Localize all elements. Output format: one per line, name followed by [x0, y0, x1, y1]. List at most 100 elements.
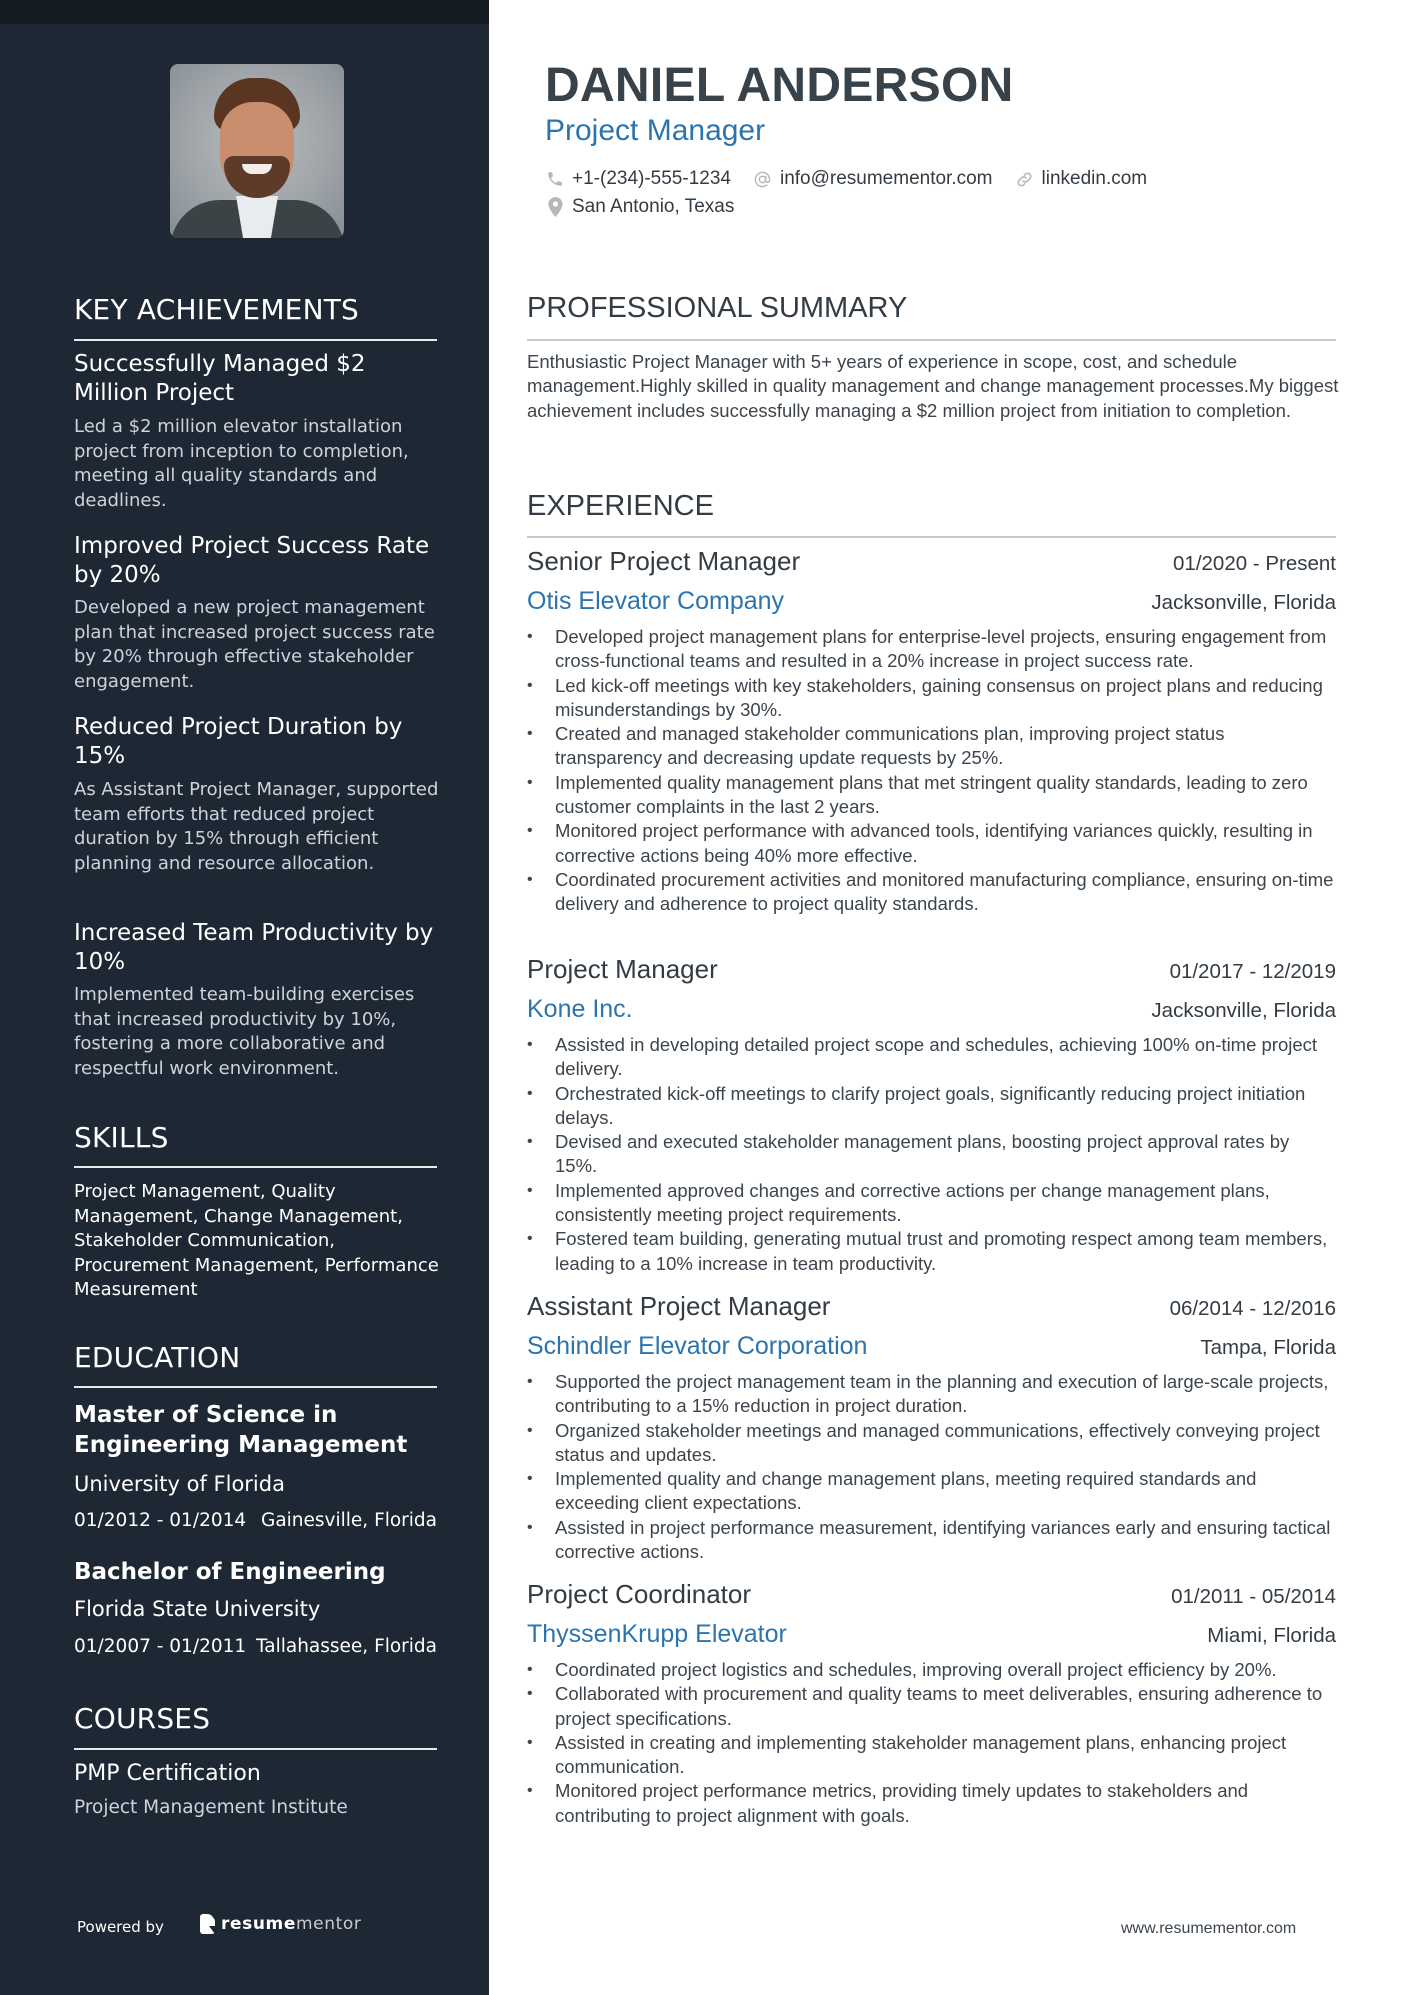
photo-shirt [236, 196, 278, 238]
course-name: PMP Certification [74, 1761, 261, 1786]
summary-heading: PROFESSIONAL SUMMARY [527, 292, 908, 324]
job-location: Jacksonville, Florida [1151, 999, 1336, 1022]
job-company: ThyssenKrupp Elevator [527, 1620, 787, 1648]
job-bullet: Monitored project performance metrics, p… [527, 1779, 1336, 1828]
job-bullets: Developed project management plans for e… [527, 625, 1336, 917]
education-location: Tallahassee, Florida [256, 1636, 437, 1657]
achievement-title: Reduced Project Duration by 15% [74, 714, 403, 769]
sidebar: KEY ACHIEVEMENTS Successfully Managed $2… [0, 0, 489, 1995]
job-dates: 01/2017 - 12/2019 [1169, 960, 1336, 983]
job-subheader: Otis Elevator Company Jacksonville, Flor… [527, 587, 1336, 616]
location-text: San Antonio, Texas [572, 196, 735, 217]
phone-icon [545, 169, 565, 189]
education-divider [74, 1386, 437, 1388]
achievement-desc: Implemented team-building exercises that… [74, 984, 415, 1079]
skills-divider [74, 1166, 437, 1168]
contact-email[interactable]: info@resumementor.com [753, 168, 993, 190]
skills-heading: SKILLS [74, 1121, 169, 1154]
job-bullet: Developed project management plans for e… [527, 625, 1336, 674]
job-bullet: Organized stakeholder meetings and manag… [527, 1419, 1336, 1468]
candidate-name: DANIEL ANDERSON [545, 59, 1014, 112]
education-degree: Bachelor of Engineering [74, 1559, 386, 1585]
job-bullet: Assisted in creating and implementing st… [527, 1731, 1336, 1780]
courses-heading: COURSES [74, 1702, 211, 1735]
job-bullet: Orchestrated kick-off meetings to clarif… [527, 1082, 1336, 1131]
contact-location: San Antonio, Texas [545, 196, 734, 218]
education-heading: EDUCATION [74, 1341, 241, 1374]
achievement-desc: As Assistant Project Manager, supported … [74, 779, 439, 874]
job-bullet: Created and managed stakeholder communic… [527, 722, 1336, 771]
job-dates: 06/2014 - 12/2016 [1169, 1297, 1336, 1320]
email-text: info@resumementor.com [779, 168, 993, 189]
phone-text: +1-(234)-555-1234 [572, 168, 731, 189]
job-subheader: Kone Inc. Jacksonville, Florida [527, 995, 1336, 1024]
at-sign-icon [753, 169, 773, 189]
course-org: Project Management Institute [74, 1797, 348, 1818]
job-bullet: Devised and executed stakeholder managem… [527, 1130, 1336, 1179]
footer-website-link[interactable]: www.resumementor.com [1121, 1920, 1296, 1938]
job-bullets: Supported the project management team in… [527, 1370, 1336, 1564]
job-bullets: Coordinated project logistics and schedu… [527, 1658, 1336, 1828]
job-company: Otis Elevator Company [527, 587, 785, 615]
job-bullet: Implemented approved changes and correct… [527, 1179, 1336, 1228]
contact-linkedin[interactable]: linkedin.com [1015, 168, 1148, 190]
job-role: Assistant Project Manager [527, 1291, 831, 1321]
job-company: Schindler Elevator Corporation [527, 1332, 868, 1360]
job-bullet: Monitored project performance with advan… [527, 819, 1336, 868]
job-bullet: Fostered team building, generating mutua… [527, 1227, 1336, 1276]
achievement-desc: Led a $2 million elevator installation p… [74, 416, 409, 511]
candidate-title: Project Manager [545, 114, 766, 147]
achievement-title: Increased Team Productivity by 10% [74, 920, 434, 975]
skills-list: Project Management, Quality Management, … [74, 1181, 439, 1300]
job-bullet: Coordinated project logistics and schedu… [527, 1658, 1336, 1683]
brand-name-bold: resume [221, 1914, 296, 1934]
job-role: Project Coordinator [527, 1579, 751, 1609]
job-role: Project Manager [527, 954, 718, 984]
education-school: University of Florida [74, 1472, 285, 1496]
education-dates: 01/2007 - 01/2011 [74, 1636, 247, 1657]
education-school: Florida State University [74, 1597, 321, 1621]
job-bullet: Assisted in developing detailed project … [527, 1033, 1336, 1082]
education-meta: 01/2007 - 01/2011 Tallahassee, Florida [74, 1636, 437, 1657]
experience-heading: EXPERIENCE [527, 490, 714, 522]
job-header: Senior Project Manager 01/2020 - Present [527, 546, 1336, 577]
resumementor-logo-icon [200, 1914, 215, 1934]
achievement-title: Successfully Managed $2 Million Project [74, 351, 366, 406]
job-dates: 01/2011 - 05/2014 [1171, 1585, 1336, 1608]
contact-row: +1-(234)-555-1234 info@resumementor.com … [545, 168, 1147, 190]
job-header: Project Manager 01/2017 - 12/2019 [527, 954, 1336, 985]
contact-phone[interactable]: +1-(234)-555-1234 [545, 168, 731, 190]
education-degree: Master of Science in Engineering Managem… [74, 1402, 408, 1458]
summary-divider [527, 339, 1336, 341]
linkedin-text: linkedin.com [1041, 168, 1148, 189]
job-location: Jacksonville, Florida [1151, 591, 1336, 614]
job-bullet: Led kick-off meetings with key stakehold… [527, 674, 1336, 723]
job-header: Assistant Project Manager 06/2014 - 12/2… [527, 1291, 1336, 1322]
courses-divider [74, 1748, 437, 1750]
powered-by-label: Powered by [77, 1918, 164, 1936]
job-bullet: Collaborated with procurement and qualit… [527, 1682, 1336, 1731]
achievements-heading: KEY ACHIEVEMENTS [74, 293, 359, 326]
job-location: Tampa, Florida [1200, 1336, 1336, 1359]
job-header: Project Coordinator 01/2011 - 05/2014 [527, 1579, 1336, 1610]
job-subheader: ThyssenKrupp Elevator Miami, Florida [527, 1620, 1336, 1649]
job-location: Miami, Florida [1207, 1624, 1336, 1647]
job-bullet: Implemented quality management plans tha… [527, 771, 1336, 820]
summary-text: Enthusiastic Project Manager with 5+ yea… [527, 351, 1339, 421]
brand-name-light: mentor [295, 1914, 362, 1934]
education-meta: 01/2012 - 01/2014 Gainesville, Florida [74, 1510, 437, 1531]
job-subheader: Schindler Elevator Corporation Tampa, Fl… [527, 1332, 1336, 1361]
education-dates: 01/2012 - 01/2014 [74, 1510, 247, 1531]
profile-photo [170, 64, 344, 238]
education-location: Gainesville, Florida [261, 1510, 437, 1531]
job-bullet: Assisted in project performance measurem… [527, 1516, 1336, 1565]
photo-beard [224, 156, 290, 198]
experience-divider [527, 536, 1336, 538]
brand-name: resumementor [221, 1914, 361, 1934]
resumementor-logo[interactable]: resumementor [200, 1914, 361, 1934]
sidebar-top-bar [0, 0, 489, 24]
job-company: Kone Inc. [527, 995, 633, 1023]
job-bullet: Supported the project management team in… [527, 1370, 1336, 1419]
link-icon [1015, 169, 1035, 189]
job-bullet: Coordinated procurement activities and m… [527, 868, 1336, 917]
